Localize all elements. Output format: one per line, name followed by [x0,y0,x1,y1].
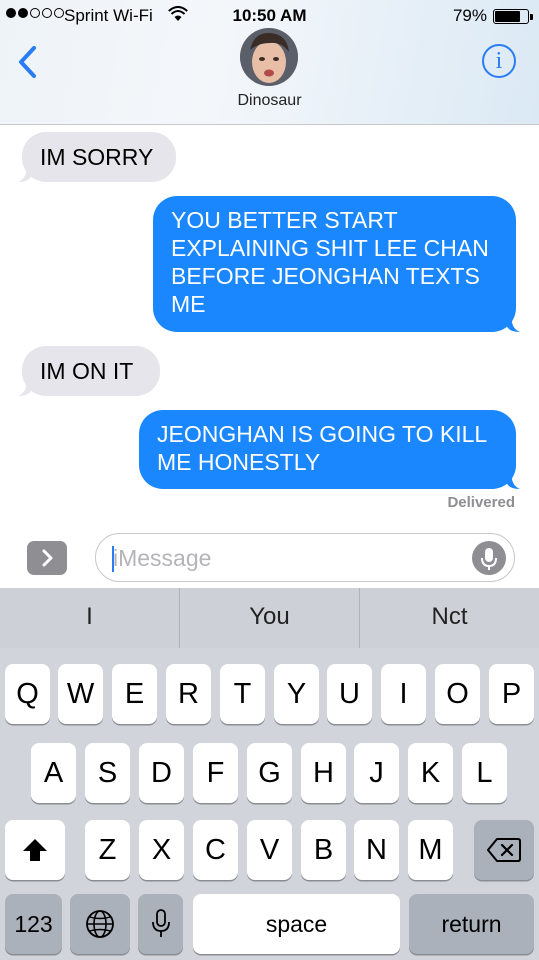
imessage-input[interactable]: iMessage [95,533,515,582]
key-u[interactable]: U [327,664,372,724]
key-l[interactable]: L [462,743,507,803]
message-text-line: JEONGHAN IS GOING TO KILL [157,421,488,447]
microphone-icon [481,548,497,570]
key-k[interactable]: K [408,743,453,803]
key-y[interactable]: Y [274,664,319,724]
return-key[interactable]: return [409,894,534,954]
microphone-icon [151,909,170,937]
message-text-line: BEFORE JEONGHAN TEXTS [171,263,480,289]
chevron-right-icon [42,549,53,567]
dictation-button[interactable] [472,541,506,575]
battery-percent: 79% [452,6,487,25]
app-drawer-button[interactable] [27,541,67,575]
suggestion-item[interactable]: You [180,588,359,648]
info-icon: i [495,48,503,74]
key-z[interactable]: Z [85,820,130,880]
key-f[interactable]: F [193,743,238,803]
shift-key[interactable] [5,820,65,880]
message-text-line: ME [171,291,206,317]
key-i[interactable]: I [381,664,426,724]
chevron-left-icon [19,46,36,78]
shift-arrow-icon [23,839,47,861]
key-g[interactable]: G [247,743,292,803]
info-button[interactable]: i [482,44,516,78]
key-w[interactable]: W [58,664,103,724]
input-placeholder: iMessage [113,545,212,571]
status-bar: Sprint Wi-Fi 10:50 AM 79% [0,0,539,32]
contact-name[interactable]: Dinosaur [0,92,539,110]
key-d[interactable]: D [139,743,184,803]
key-s[interactable]: S [85,743,130,803]
back-button[interactable] [12,42,46,82]
suggestion-item[interactable]: I [0,588,179,648]
key-n[interactable]: N [354,820,399,880]
outgoing-message[interactable]: YOU BETTER START EXPLAINING SHIT LEE CHA… [153,196,516,332]
key-m[interactable]: M [408,820,453,880]
key-h[interactable]: H [301,743,346,803]
message-text: IM SORRY [40,144,154,170]
delete-key[interactable] [474,820,534,880]
dictation-key[interactable] [138,894,183,954]
key-j[interactable]: J [354,743,399,803]
contact-avatar[interactable] [240,28,298,86]
message-text-line: ME HONESTLY [157,449,321,475]
suggestion-item[interactable]: Nct [360,588,539,648]
message-text-line: YOU BETTER START [171,207,398,233]
battery-icon [493,9,533,24]
message-text: IM ON IT [40,358,134,384]
key-v[interactable]: V [247,820,292,880]
keyboard: I You Nct Q W E R T Y U I O P A S D F G … [0,588,539,960]
key-a[interactable]: A [31,743,76,803]
key-c[interactable]: C [193,820,238,880]
key-e[interactable]: E [112,664,157,724]
key-q[interactable]: Q [5,664,50,724]
key-t[interactable]: T [220,664,265,724]
globe-key[interactable] [70,894,130,954]
key-b[interactable]: B [301,820,346,880]
space-key[interactable]: space [193,894,400,954]
predictive-bar: I You Nct [0,588,539,648]
globe-icon [86,910,114,938]
message-text-line: EXPLAINING SHIT LEE CHAN [171,235,489,261]
key-x[interactable]: X [139,820,184,880]
incoming-message[interactable]: IM ON IT [22,346,160,396]
delivery-status: Delivered [447,494,515,511]
incoming-message[interactable]: IM SORRY [22,132,176,182]
key-o[interactable]: O [435,664,480,724]
numbers-key[interactable]: 123 [5,894,62,954]
outgoing-message[interactable]: JEONGHAN IS GOING TO KILL ME HONESTLY [139,410,516,489]
key-r[interactable]: R [166,664,211,724]
key-p[interactable]: P [489,664,534,724]
backspace-icon [487,838,521,862]
